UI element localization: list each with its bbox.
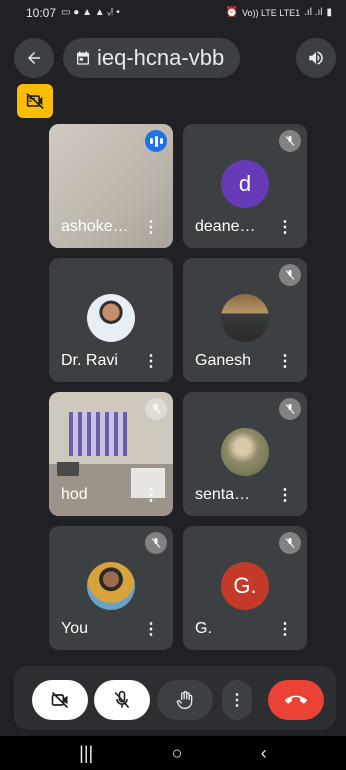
participant-grid: ashoke… ⋮ d deane… ⋮ Dr. Ravi ⋮ Ganesh ⋮… [49,124,307,652]
alarm-icon: ⏰ [225,7,238,18]
participant-tile-dr-ravi[interactable]: Dr. Ravi ⋮ [49,258,173,382]
camera-off-icon [51,691,69,709]
system-nav-bar: ||| ○ ‹ [0,736,346,770]
participant-menu-button[interactable]: ⋮ [277,488,293,504]
camera-off-indicator-icon [26,93,44,109]
avatar [87,294,135,342]
avatar [87,562,135,610]
participant-tile-hod[interactable]: hod ⋮ [49,392,173,516]
participant-menu-button[interactable]: ⋮ [143,220,159,236]
participant-name: deane… [195,218,256,235]
status-bar: 10:07 ▭ ● ▲ ▲ ᵥ! • ⏰ Vo)) LTE LTE1 .ıl .… [0,0,346,26]
meeting-info-button[interactable]: ieq-hcna-vbb [63,38,241,78]
mic-toggle-button[interactable] [94,680,150,720]
audio-output-button[interactable] [296,38,336,78]
back-nav-icon[interactable]: ‹ [261,743,267,764]
participant-name: senta… [195,486,251,503]
end-call-button[interactable] [268,680,324,720]
arrow-left-icon [28,52,40,64]
notification-icons: ▭ ● ▲ ▲ ᵥ! • [61,7,120,18]
phone-hangup-icon [285,695,307,704]
mic-muted-icon [145,532,167,554]
curtain-window [69,412,127,456]
speaking-indicator-icon [145,130,167,152]
participant-menu-button[interactable]: ⋮ [143,354,159,370]
participant-tile-g[interactable]: G. G. ⋮ [183,526,307,650]
battery-icon: ▮ [326,7,332,18]
raise-hand-button[interactable] [157,680,213,720]
participant-menu-button[interactable]: ⋮ [143,488,159,504]
recent-apps-icon[interactable]: ||| [79,743,93,764]
participant-menu-button[interactable]: ⋮ [277,354,293,370]
top-bar: ieq-hcna-vbb [0,36,346,80]
participant-name: hod [61,486,88,503]
avatar: G. [221,562,269,610]
participant-name: Dr. Ravi [61,352,118,369]
mic-muted-icon [279,532,301,554]
participant-menu-button[interactable]: ⋮ [277,220,293,236]
monitor-shape [57,462,79,476]
participant-name: G. [195,620,212,637]
participant-menu-button[interactable]: ⋮ [143,622,159,638]
speaker-icon [309,51,323,65]
camera-off-indicator[interactable] [17,84,53,118]
more-options-button[interactable]: ⋮ [222,680,252,720]
participant-tile-you[interactable]: You ⋮ [49,526,173,650]
avatar [221,294,269,342]
camera-toggle-button[interactable] [32,680,88,720]
participant-tile-senta[interactable]: senta… ⋮ [183,392,307,516]
mic-muted-icon [145,398,167,420]
mic-muted-icon [279,264,301,286]
avatar: d [221,160,269,208]
network-label: Vo)) LTE LTE1 [241,8,301,18]
participant-menu-button[interactable]: ⋮ [277,622,293,638]
signal-icon: .ıl .ıl [304,7,323,18]
clock: 10:07 [26,6,57,20]
participant-name: Ganesh [195,352,252,369]
participant-tile-ganesh[interactable]: Ganesh ⋮ [183,258,307,382]
call-controls-bar: ⋮ [14,666,336,730]
more-vert-icon: ⋮ [229,692,245,709]
participant-name: You [61,620,88,637]
home-icon[interactable]: ○ [172,743,183,764]
mic-off-icon [114,690,130,709]
calendar-icon [77,51,89,65]
mic-muted-icon [279,130,301,152]
hand-icon [176,691,193,709]
mic-muted-icon [279,398,301,420]
meeting-code: ieq-hcna-vbb [97,45,225,70]
participant-tile-deane[interactable]: d deane… ⋮ [183,124,307,248]
avatar [221,428,269,476]
back-button[interactable] [14,38,54,78]
participant-name: ashoke… [61,218,129,235]
participant-tile-ashoke[interactable]: ashoke… ⋮ [49,124,173,248]
